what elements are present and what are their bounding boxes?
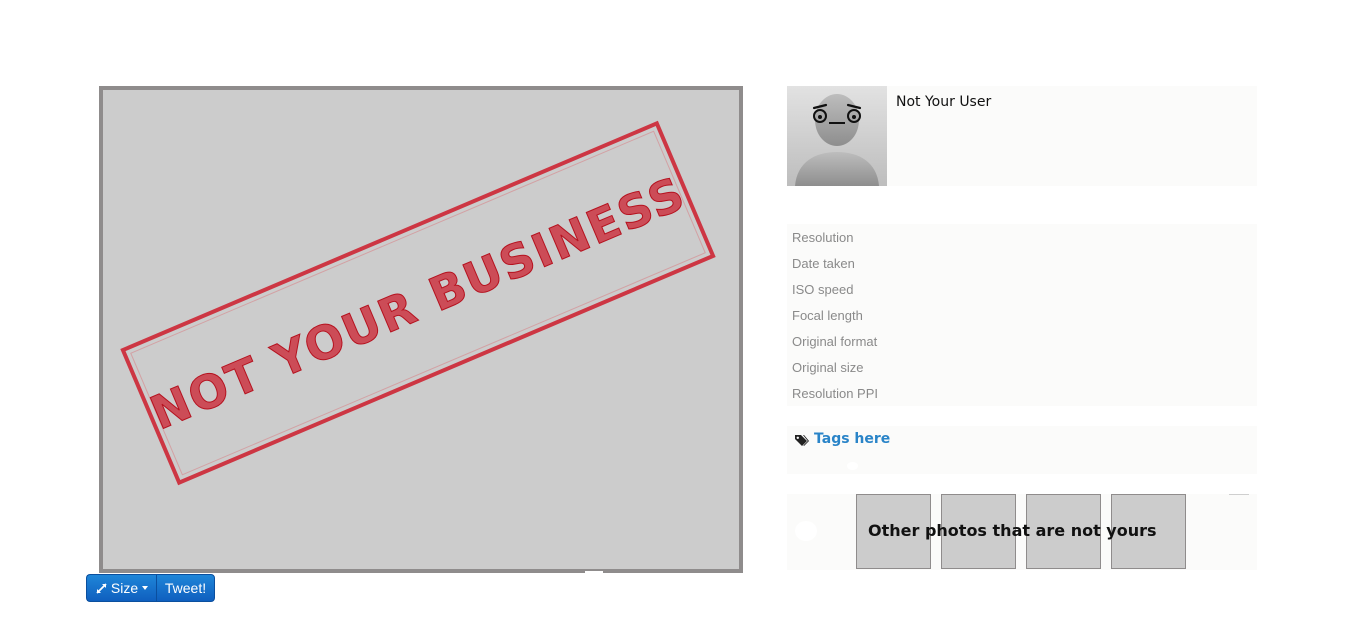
meta-date-taken: Date taken — [792, 256, 855, 271]
other-photos-panel: Other photos that are not yours — [787, 494, 1257, 570]
photo-metadata-panel: Resolution Date taken ISO speed Focal le… — [787, 224, 1257, 406]
tweet-button-label: Tweet! — [164, 580, 207, 596]
meta-original-size: Original size — [792, 360, 864, 375]
size-button-label: Size — [110, 580, 139, 596]
size-button[interactable]: Size — [86, 574, 156, 602]
username[interactable]: Not Your User — [896, 94, 991, 110]
decorative-blob — [795, 521, 817, 541]
silhouette-avatar-icon — [795, 94, 879, 186]
tweet-button[interactable]: Tweet! — [156, 574, 215, 602]
meta-iso-speed: ISO speed — [792, 282, 854, 297]
photo-toolbar: Size Tweet! — [86, 574, 215, 602]
chevron-down-icon — [142, 586, 149, 590]
decorative-dot — [847, 462, 858, 470]
stamp-text: NOT YOUR BUSINESS — [143, 166, 694, 441]
meta-original-format: Original format — [792, 334, 878, 349]
meta-focal-length: Focal length — [792, 308, 863, 323]
tags-icon — [795, 435, 809, 446]
not-your-business-stamp: NOT YOUR BUSINESS — [120, 120, 716, 486]
meta-resolution-ppi: Resolution PPI — [792, 386, 878, 401]
photo-notch — [585, 571, 603, 573]
tags-panel: Tags here — [787, 426, 1257, 474]
divider — [1229, 494, 1249, 495]
resize-arrows-icon — [96, 582, 107, 594]
user-panel: Not Your User — [787, 86, 1257, 186]
main-photo[interactable]: NOT YOUR BUSINESS — [99, 86, 743, 573]
other-photos-title: Other photos that are not yours — [868, 521, 1157, 540]
avatar[interactable] — [787, 86, 887, 186]
tags-link[interactable]: Tags here — [814, 431, 890, 447]
meta-resolution: Resolution — [792, 230, 854, 245]
